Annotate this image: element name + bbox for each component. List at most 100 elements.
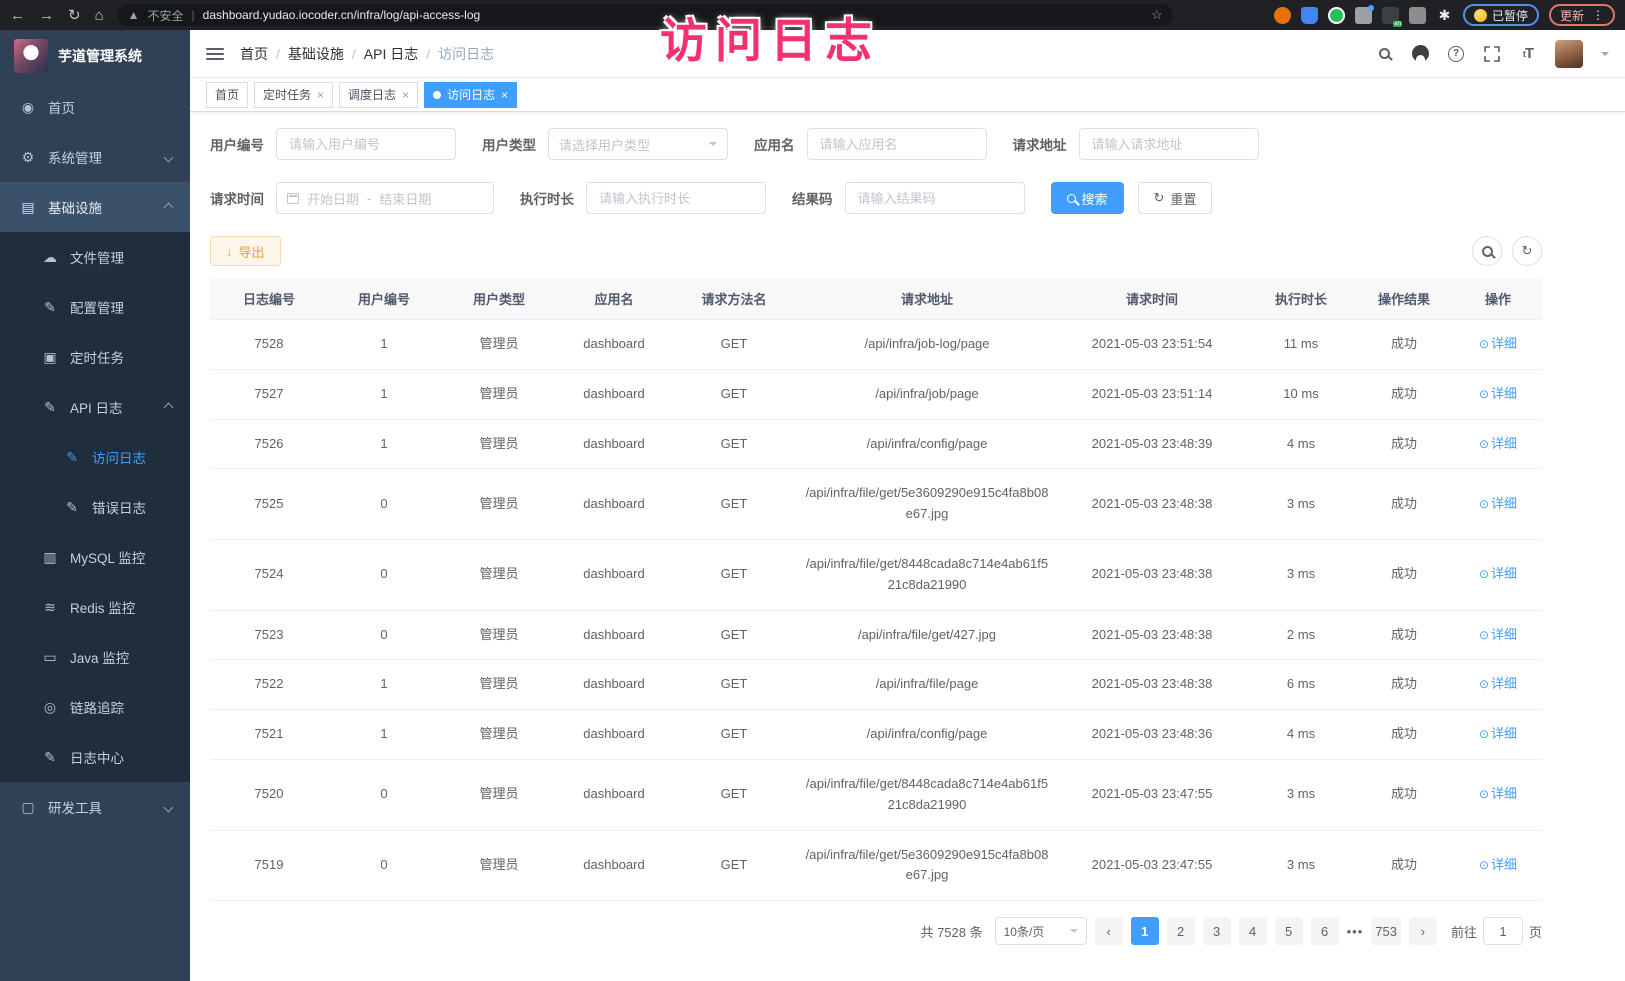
cell-6: 2021-05-03 23:47:55 bbox=[1056, 759, 1248, 830]
tag-0[interactable]: 首页 bbox=[206, 82, 248, 108]
sidebar-item-2[interactable]: ▤基础设施 bbox=[0, 182, 190, 232]
paused-status-pill[interactable]: 已暂停 bbox=[1463, 4, 1539, 26]
page-button-5[interactable]: 5 bbox=[1275, 917, 1303, 945]
detail-link[interactable]: ⊙详细 bbox=[1479, 676, 1517, 691]
request-time-range-picker[interactable]: 开始日期 - 结束日期 bbox=[276, 182, 494, 214]
header-search-icon[interactable] bbox=[1375, 45, 1393, 63]
app-header: 首页 / 基础设施 / API 日志 / 访问日志 ? tT bbox=[190, 30, 1625, 78]
search-icon bbox=[1067, 194, 1076, 203]
sidebar-item-0[interactable]: ◉首页 bbox=[0, 82, 190, 132]
goto-page-input[interactable] bbox=[1483, 917, 1523, 945]
extension-icon-puzzle[interactable] bbox=[1355, 7, 1372, 24]
detail-link[interactable]: ⊙详细 bbox=[1479, 566, 1517, 581]
more-pages-icon[interactable]: ••• bbox=[1347, 924, 1364, 939]
search-button[interactable]: 搜索 bbox=[1051, 182, 1124, 214]
chevron-down-icon bbox=[164, 152, 174, 162]
browser-menu-kebab-icon[interactable]: ⋮ bbox=[1592, 8, 1604, 22]
browser-back-icon[interactable]: ← bbox=[10, 8, 25, 23]
extension-icon-monkey[interactable] bbox=[1409, 7, 1426, 24]
tag-3[interactable]: 访问日志× bbox=[424, 82, 517, 108]
browser-reload-icon[interactable]: ↻ bbox=[68, 8, 81, 23]
address-bar[interactable]: ▲ 不安全 | dashboard.yudao.iocoder.cn/infra… bbox=[118, 4, 1173, 26]
sidebar-item-8[interactable]: ✎错误日志 bbox=[0, 482, 190, 532]
detail-link[interactable]: ⊙详细 bbox=[1479, 496, 1517, 511]
close-icon[interactable]: × bbox=[501, 88, 508, 102]
request-url-input[interactable] bbox=[1079, 128, 1259, 160]
export-button[interactable]: ↓ 导出 bbox=[210, 236, 281, 266]
browser-home-icon[interactable]: ⌂ bbox=[95, 8, 104, 23]
browser-forward-icon[interactable]: → bbox=[39, 8, 54, 23]
sidebar-item-11[interactable]: ▭Java 监控 bbox=[0, 632, 190, 682]
detail-link[interactable]: ⊙详细 bbox=[1479, 857, 1517, 872]
page-button-4[interactable]: 4 bbox=[1239, 917, 1267, 945]
sidebar-item-7[interactable]: ✎访问日志 bbox=[0, 432, 190, 482]
url-text[interactable]: dashboard.yudao.iocoder.cn/infra/log/api… bbox=[203, 8, 1143, 22]
user-avatar[interactable] bbox=[1555, 40, 1583, 68]
sidebar-item-6[interactable]: ✎API 日志 bbox=[0, 382, 190, 432]
detail-link[interactable]: ⊙详细 bbox=[1479, 786, 1517, 801]
extension-icon-an-badge[interactable]: an bbox=[1382, 7, 1399, 24]
extension-icon-shield[interactable] bbox=[1301, 7, 1318, 24]
bookmark-star-icon[interactable]: ☆ bbox=[1151, 7, 1163, 23]
close-icon[interactable]: × bbox=[317, 88, 324, 102]
hide-search-button[interactable] bbox=[1472, 236, 1502, 266]
tag-label: 首页 bbox=[215, 86, 239, 103]
prev-page-button[interactable]: ‹ bbox=[1095, 917, 1123, 945]
sidebar-item-1[interactable]: ⚙系统管理 bbox=[0, 132, 190, 182]
result-code-input[interactable] bbox=[845, 182, 1025, 214]
cell-0: 7522 bbox=[210, 660, 328, 710]
extension-icon-pinwheel[interactable]: ✱ bbox=[1436, 7, 1453, 24]
breadcrumb-infra[interactable]: 基础设施 bbox=[288, 44, 344, 64]
reset-button[interactable]: ↻ 重置 bbox=[1138, 182, 1213, 214]
cell-7: 6 ms bbox=[1248, 660, 1354, 710]
sidebar-item-13[interactable]: ✎日志中心 bbox=[0, 732, 190, 782]
close-icon[interactable]: × bbox=[402, 88, 409, 102]
next-page-button[interactable]: › bbox=[1409, 917, 1437, 945]
page-button-753[interactable]: 753 bbox=[1371, 917, 1401, 945]
docs-help-icon[interactable]: ? bbox=[1447, 45, 1465, 63]
sidebar-item-3[interactable]: ☁文件管理 bbox=[0, 232, 190, 282]
sidebar-item-5[interactable]: ▣定时任务 bbox=[0, 332, 190, 382]
user-id-input[interactable] bbox=[276, 128, 456, 160]
update-button[interactable]: 更新 ⋮ bbox=[1549, 4, 1615, 26]
sidebar-item-9[interactable]: ▥MySQL 监控 bbox=[0, 532, 190, 582]
sidebar-item-10[interactable]: ≋Redis 监控 bbox=[0, 582, 190, 632]
font-size-icon[interactable]: tT bbox=[1519, 45, 1537, 63]
tag-1[interactable]: 定时任务× bbox=[254, 82, 333, 108]
app-logo[interactable]: 芋道管理系统 bbox=[0, 30, 190, 82]
cell-4: GET bbox=[670, 320, 798, 370]
user-type-select[interactable]: 请选择用户类型 bbox=[548, 128, 728, 160]
page-size-select[interactable]: 10条/页 bbox=[995, 917, 1087, 945]
page-button-3[interactable]: 3 bbox=[1203, 917, 1231, 945]
extension-icon-green[interactable] bbox=[1328, 7, 1345, 24]
sidebar-item-14[interactable]: ▢研发工具 bbox=[0, 782, 190, 832]
detail-link[interactable]: ⊙详细 bbox=[1479, 386, 1517, 401]
tag-2[interactable]: 调度日志× bbox=[339, 82, 418, 108]
github-icon[interactable] bbox=[1411, 45, 1429, 63]
fullscreen-icon[interactable] bbox=[1483, 45, 1501, 63]
sidebar: 芋道管理系统 ◉首页⚙系统管理▤基础设施☁文件管理✎配置管理▣定时任务✎API … bbox=[0, 30, 190, 981]
hamburger-icon[interactable] bbox=[206, 48, 224, 60]
page-button-1[interactable]: 1 bbox=[1131, 917, 1159, 945]
detail-link[interactable]: ⊙详细 bbox=[1479, 336, 1517, 351]
detail-link[interactable]: ⊙详细 bbox=[1479, 627, 1517, 642]
detail-link[interactable]: ⊙详细 bbox=[1479, 436, 1517, 451]
avatar-caret-down-icon[interactable] bbox=[1601, 52, 1609, 60]
cell-7: 3 ms bbox=[1248, 759, 1354, 830]
duration-input[interactable] bbox=[586, 182, 766, 214]
sidebar-item-4[interactable]: ✎配置管理 bbox=[0, 282, 190, 332]
sidebar-item-12[interactable]: ◎链路追踪 bbox=[0, 682, 190, 732]
breadcrumb-home[interactable]: 首页 bbox=[240, 44, 268, 64]
col-request-url: 请求地址 bbox=[798, 278, 1056, 320]
cell-1: 1 bbox=[328, 320, 440, 370]
cell-1: 0 bbox=[328, 759, 440, 830]
page-button-2[interactable]: 2 bbox=[1167, 917, 1195, 945]
breadcrumb-api-log[interactable]: API 日志 bbox=[364, 44, 418, 64]
detail-link[interactable]: ⊙详细 bbox=[1479, 726, 1517, 741]
page-button-6[interactable]: 6 bbox=[1311, 917, 1339, 945]
cell-3: dashboard bbox=[558, 759, 670, 830]
app-name-input[interactable] bbox=[807, 128, 987, 160]
refresh-table-button[interactable]: ↻ bbox=[1512, 236, 1542, 266]
extension-icon-orange[interactable] bbox=[1274, 7, 1291, 24]
cell-7: 10 ms bbox=[1248, 369, 1354, 419]
